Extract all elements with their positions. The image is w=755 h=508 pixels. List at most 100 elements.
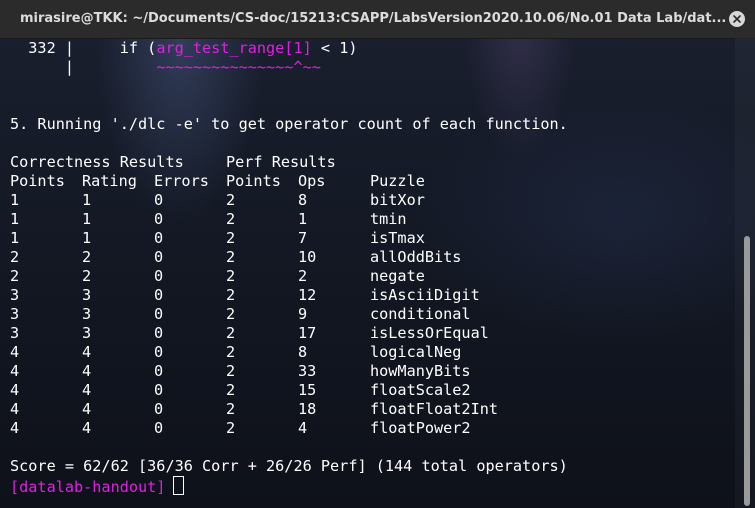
table-cell: floatFloat2Int — [370, 400, 499, 418]
table-cell: 18 — [298, 400, 317, 418]
table-cell: 4 — [82, 400, 92, 418]
table-cell: 2 — [298, 267, 308, 285]
table-cell: howManyBits — [370, 362, 471, 380]
table-cell: 2 — [226, 248, 236, 266]
code-suffix: < 1) — [311, 39, 358, 57]
column-header: Puzzle — [370, 172, 425, 190]
table-cell: 4 — [82, 343, 92, 361]
window-title: mirasire@TKK: ~/Documents/CS-doc/15213:C… — [20, 11, 727, 26]
table-cell: 2 — [10, 267, 20, 285]
caret-prefix: | — [10, 58, 157, 76]
code-line-332: 332 | if (arg_test_range[1] < 1) — [10, 39, 357, 58]
code-prefix: 332 | if ( — [10, 39, 157, 57]
title-bar[interactable]: mirasire@TKK: ~/Documents/CS-doc/15213:C… — [0, 0, 755, 39]
table-cell: 12 — [298, 286, 317, 304]
table-cell: 3 — [10, 324, 20, 342]
table-cell: 2 — [82, 248, 92, 266]
table-cell: 0 — [154, 286, 164, 304]
table-cell: 2 — [226, 305, 236, 323]
column-header: Points — [226, 172, 281, 190]
table-cell: 2 — [226, 324, 236, 342]
table-cell: floatScale2 — [370, 381, 471, 399]
table-cell: 2 — [226, 191, 236, 209]
scrollbar-thumb[interactable] — [744, 236, 750, 506]
table-cell: 2 — [226, 381, 236, 399]
table-cell: 7 — [298, 229, 308, 247]
table-cell: 2 — [226, 267, 236, 285]
table-cell: 4 — [298, 419, 308, 437]
table-cell: 8 — [298, 343, 308, 361]
table-cell: 4 — [10, 381, 20, 399]
close-button[interactable] — [729, 11, 745, 27]
table-cell: 8 — [298, 191, 308, 209]
table-cell: 0 — [154, 305, 164, 323]
table-cell: 0 — [154, 400, 164, 418]
table-cell: 4 — [10, 419, 20, 437]
table-cell: 3 — [10, 286, 20, 304]
table-cell: 1 — [82, 229, 92, 247]
table-cell: 0 — [154, 210, 164, 228]
table-cell: 1 — [82, 210, 92, 228]
table-cell: 1 — [82, 191, 92, 209]
table-cell: 2 — [226, 343, 236, 361]
table-cell: 2 — [226, 210, 236, 228]
table-cell: 3 — [82, 286, 92, 304]
table-cell: logicalNeg — [370, 343, 462, 361]
table-cell: 33 — [298, 362, 317, 380]
table-cell: 4 — [82, 362, 92, 380]
code-highlight: arg_test_range[1] — [156, 39, 312, 57]
table-cell: floatPower2 — [370, 419, 471, 437]
table-cell: 4 — [82, 419, 92, 437]
table-cell: 1 — [10, 210, 20, 228]
table-cell: isTmax — [370, 229, 425, 247]
table-cell: 2 — [226, 286, 236, 304]
table-cell: tmin — [370, 210, 407, 228]
table-cell: 4 — [10, 343, 20, 361]
table-cell: 9 — [298, 305, 308, 323]
table-cell: conditional — [370, 305, 471, 323]
table-cell: isLessOrEqual — [370, 324, 489, 342]
shell-prompt[interactable]: [datalab-handout] — [10, 476, 185, 497]
table-cell: 3 — [82, 324, 92, 342]
step-message: 5. Running './dlc -e' to get operator co… — [10, 115, 568, 133]
table-cell: 4 — [82, 381, 92, 399]
text-cursor — [173, 476, 185, 495]
correctness-results-header: Correctness Results — [10, 153, 184, 171]
table-cell: negate — [370, 267, 425, 285]
table-cell: 17 — [298, 324, 317, 342]
caret-squiggle: ~~~~~~~~~~~~~~~^~~ — [156, 58, 321, 76]
table-cell: isAsciiDigit — [370, 286, 480, 304]
table-cell: 2 — [10, 248, 20, 266]
terminal-window: mirasire@TKK: ~/Documents/CS-doc/15213:C… — [0, 0, 755, 508]
table-cell: 2 — [226, 419, 236, 437]
table-cell: 2 — [226, 400, 236, 418]
table-cell: 1 — [10, 229, 20, 247]
table-cell: 0 — [154, 324, 164, 342]
score-line: Score = 62/62 [36/36 Corr + 26/26 Perf] … — [10, 457, 568, 475]
prompt-text: [datalab-handout] — [10, 478, 166, 496]
column-header: Points — [10, 172, 65, 190]
code-caret-line: | ~~~~~~~~~~~~~~~^~~ — [10, 58, 321, 77]
table-cell: 0 — [154, 248, 164, 266]
table-cell: 4 — [10, 362, 20, 380]
table-cell: 0 — [154, 343, 164, 361]
table-cell: 1 — [298, 210, 308, 228]
scrollbar[interactable] — [735, 38, 755, 508]
terminal-output[interactable]: 332 | if (arg_test_range[1] < 1) | ~~~~~… — [0, 38, 735, 508]
column-header: Ops — [298, 172, 326, 190]
close-icon — [733, 15, 741, 23]
table-cell: 1 — [10, 191, 20, 209]
table-cell: 0 — [154, 229, 164, 247]
column-header: Rating — [82, 172, 137, 190]
table-cell: 0 — [154, 381, 164, 399]
table-cell: 2 — [226, 229, 236, 247]
table-cell: bitXor — [370, 191, 425, 209]
table-cell: 2 — [226, 362, 236, 380]
table-cell: 0 — [154, 419, 164, 437]
table-cell: 3 — [82, 305, 92, 323]
table-cell: 3 — [10, 305, 20, 323]
table-cell: 0 — [154, 362, 164, 380]
table-cell: 10 — [298, 248, 317, 266]
table-cell: 0 — [154, 191, 164, 209]
column-header: Errors — [154, 172, 209, 190]
